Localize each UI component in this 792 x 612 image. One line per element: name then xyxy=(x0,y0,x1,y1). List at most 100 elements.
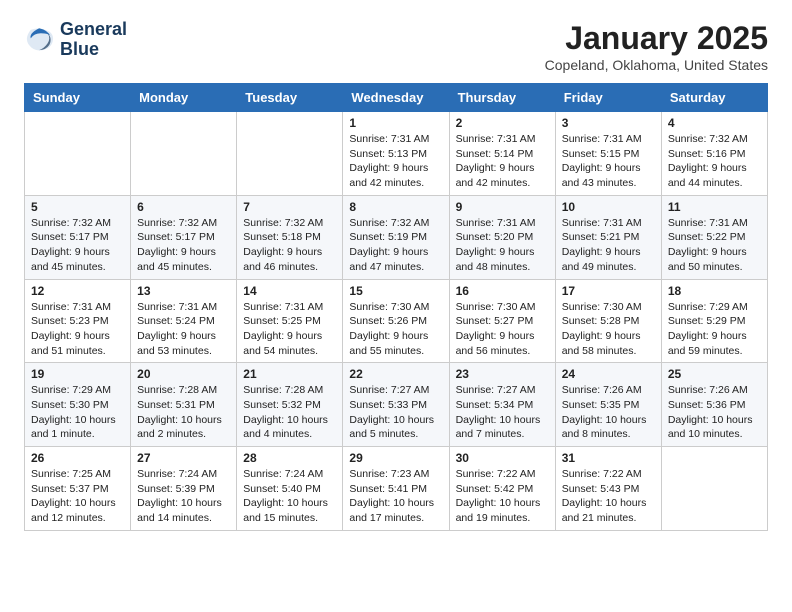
day-info: Sunrise: 7:26 AM Sunset: 5:36 PM Dayligh… xyxy=(668,383,761,442)
day-cell: 31Sunrise: 7:22 AM Sunset: 5:43 PM Dayli… xyxy=(555,447,661,531)
header: General Blue January 2025 Copeland, Okla… xyxy=(24,20,768,73)
day-cell: 18Sunrise: 7:29 AM Sunset: 5:29 PM Dayli… xyxy=(661,279,767,363)
day-cell: 2Sunrise: 7:31 AM Sunset: 5:14 PM Daylig… xyxy=(449,112,555,196)
week-row-3: 12Sunrise: 7:31 AM Sunset: 5:23 PM Dayli… xyxy=(25,279,768,363)
day-cell: 17 Sunrise: 7:30 AM Sunset: 5:28 PM Dayli… xyxy=(555,279,661,363)
weekday-header-thursday: Thursday xyxy=(449,84,555,112)
day-number: 20 xyxy=(137,367,230,381)
week-row-2: 5Sunrise: 7:32 AM Sunset: 5:17 PM Daylig… xyxy=(25,195,768,279)
logo: General Blue xyxy=(24,20,127,60)
day-cell: 16Sunrise: 7:30 AM Sunset: 5:27 PM Dayli… xyxy=(449,279,555,363)
day-info: Sunrise: 7:32 AM Sunset: 5:17 PM Dayligh… xyxy=(137,216,230,275)
day-number: 25 xyxy=(668,367,761,381)
weekday-header-wednesday: Wednesday xyxy=(343,84,449,112)
day-cell: 12Sunrise: 7:31 AM Sunset: 5:23 PM Dayli… xyxy=(25,279,131,363)
day-info: Sunrise: 7:31 AM Sunset: 5:20 PM Dayligh… xyxy=(456,216,549,275)
day-cell: 10 Sunrise: 7:31 AM Sunset: 5:21 PM Dayli… xyxy=(555,195,661,279)
day-cell xyxy=(131,112,237,196)
day-number: 10 xyxy=(562,200,655,214)
day-number: 8 xyxy=(349,200,442,214)
day-number: 26 xyxy=(31,451,124,465)
day-number: 14 xyxy=(243,284,336,298)
day-cell: 28 Sunrise: 7:24 AM Sunset: 5:40 PM Dayli… xyxy=(237,447,343,531)
title-block: January 2025 Copeland, Oklahoma, United … xyxy=(545,20,768,73)
day-info: Sunrise: 7:31 AM Sunset: 5:14 PM Dayligh… xyxy=(456,132,549,191)
day-info: Sunrise: 7:24 AM Sunset: 5:39 PM Dayligh… xyxy=(137,467,230,526)
weekday-header-tuesday: Tuesday xyxy=(237,84,343,112)
day-info: Sunrise: 7:30 AM Sunset: 5:26 PM Dayligh… xyxy=(349,300,442,359)
day-info: Sunrise: 7:32 AM Sunset: 5:17 PM Dayligh… xyxy=(31,216,124,275)
day-info: Sunrise: 7:24 AM Sunset: 5:40 PM Dayligh… xyxy=(243,467,336,526)
day-number: 17 xyxy=(562,284,655,298)
day-cell: 7Sunrise: 7:32 AM Sunset: 5:18 PM Daylig… xyxy=(237,195,343,279)
day-info: Sunrise: 7:29 AM Sunset: 5:30 PM Dayligh… xyxy=(31,383,124,442)
day-cell: 1 Sunrise: 7:31 AM Sunset: 5:13 PM Daylig… xyxy=(343,112,449,196)
day-cell xyxy=(237,112,343,196)
logo-text: General Blue xyxy=(60,20,127,60)
day-cell: 26Sunrise: 7:25 AM Sunset: 5:37 PM Dayli… xyxy=(25,447,131,531)
day-info: Sunrise: 7:31 AM Sunset: 5:22 PM Dayligh… xyxy=(668,216,761,275)
day-info: Sunrise: 7:31 AM Sunset: 5:23 PM Dayligh… xyxy=(31,300,124,359)
weekday-header-monday: Monday xyxy=(131,84,237,112)
day-number: 30 xyxy=(456,451,549,465)
day-number: 13 xyxy=(137,284,230,298)
day-info: Sunrise: 7:23 AM Sunset: 5:41 PM Dayligh… xyxy=(349,467,442,526)
day-number: 6 xyxy=(137,200,230,214)
day-cell: 29 Sunrise: 7:23 AM Sunset: 5:41 PM Dayli… xyxy=(343,447,449,531)
day-info: Sunrise: 7:31 AM Sunset: 5:21 PM Dayligh… xyxy=(562,216,655,275)
day-info: Sunrise: 7:31 AM Sunset: 5:25 PM Dayligh… xyxy=(243,300,336,359)
day-number: 4 xyxy=(668,116,761,130)
logo-line1: General xyxy=(60,20,127,40)
day-cell: 6 Sunrise: 7:32 AM Sunset: 5:17 PM Daylig… xyxy=(131,195,237,279)
location-title: Copeland, Oklahoma, United States xyxy=(545,57,768,73)
month-title: January 2025 xyxy=(545,20,768,57)
day-cell: 3 Sunrise: 7:31 AM Sunset: 5:15 PM Daylig… xyxy=(555,112,661,196)
calendar: SundayMondayTuesdayWednesdayThursdayFrid… xyxy=(24,83,768,531)
day-info: Sunrise: 7:22 AM Sunset: 5:42 PM Dayligh… xyxy=(456,467,549,526)
day-number: 21 xyxy=(243,367,336,381)
day-info: Sunrise: 7:30 AM Sunset: 5:28 PM Dayligh… xyxy=(562,300,655,359)
day-number: 31 xyxy=(562,451,655,465)
page: General Blue January 2025 Copeland, Okla… xyxy=(0,0,792,547)
day-cell: 9 Sunrise: 7:31 AM Sunset: 5:20 PM Daylig… xyxy=(449,195,555,279)
weekday-header-row: SundayMondayTuesdayWednesdayThursdayFrid… xyxy=(25,84,768,112)
day-info: Sunrise: 7:31 AM Sunset: 5:15 PM Dayligh… xyxy=(562,132,655,191)
day-cell: 25 Sunrise: 7:26 AM Sunset: 5:36 PM Dayli… xyxy=(661,363,767,447)
day-cell: 24 Sunrise: 7:26 AM Sunset: 5:35 PM Dayli… xyxy=(555,363,661,447)
day-cell: 13 Sunrise: 7:31 AM Sunset: 5:24 PM Dayli… xyxy=(131,279,237,363)
day-number: 18 xyxy=(668,284,761,298)
day-info: Sunrise: 7:28 AM Sunset: 5:32 PM Dayligh… xyxy=(243,383,336,442)
day-cell: 5Sunrise: 7:32 AM Sunset: 5:17 PM Daylig… xyxy=(25,195,131,279)
day-info: Sunrise: 7:31 AM Sunset: 5:13 PM Dayligh… xyxy=(349,132,442,191)
day-info: Sunrise: 7:32 AM Sunset: 5:16 PM Dayligh… xyxy=(668,132,761,191)
weekday-header-friday: Friday xyxy=(555,84,661,112)
day-number: 22 xyxy=(349,367,442,381)
week-row-1: 1 Sunrise: 7:31 AM Sunset: 5:13 PM Daylig… xyxy=(25,112,768,196)
day-number: 28 xyxy=(243,451,336,465)
logo-icon xyxy=(24,26,56,54)
day-cell: 19 Sunrise: 7:29 AM Sunset: 5:30 PM Dayli… xyxy=(25,363,131,447)
weekday-header-saturday: Saturday xyxy=(661,84,767,112)
day-cell: 30 Sunrise: 7:22 AM Sunset: 5:42 PM Dayli… xyxy=(449,447,555,531)
day-cell: 27Sunrise: 7:24 AM Sunset: 5:39 PM Dayli… xyxy=(131,447,237,531)
day-info: Sunrise: 7:31 AM Sunset: 5:24 PM Dayligh… xyxy=(137,300,230,359)
day-info: Sunrise: 7:26 AM Sunset: 5:35 PM Dayligh… xyxy=(562,383,655,442)
day-number: 9 xyxy=(456,200,549,214)
day-number: 24 xyxy=(562,367,655,381)
week-row-5: 26Sunrise: 7:25 AM Sunset: 5:37 PM Dayli… xyxy=(25,447,768,531)
day-number: 19 xyxy=(31,367,124,381)
day-cell: 20 Sunrise: 7:28 AM Sunset: 5:31 PM Dayli… xyxy=(131,363,237,447)
day-info: Sunrise: 7:32 AM Sunset: 5:19 PM Dayligh… xyxy=(349,216,442,275)
day-number: 7 xyxy=(243,200,336,214)
day-number: 3 xyxy=(562,116,655,130)
day-number: 16 xyxy=(456,284,549,298)
day-number: 1 xyxy=(349,116,442,130)
day-cell: 21 Sunrise: 7:28 AM Sunset: 5:32 PM Dayli… xyxy=(237,363,343,447)
day-number: 23 xyxy=(456,367,549,381)
day-info: Sunrise: 7:27 AM Sunset: 5:34 PM Dayligh… xyxy=(456,383,549,442)
day-cell: 11 Sunrise: 7:31 AM Sunset: 5:22 PM Dayli… xyxy=(661,195,767,279)
day-number: 15 xyxy=(349,284,442,298)
day-info: Sunrise: 7:28 AM Sunset: 5:31 PM Dayligh… xyxy=(137,383,230,442)
day-number: 11 xyxy=(668,200,761,214)
day-number: 29 xyxy=(349,451,442,465)
